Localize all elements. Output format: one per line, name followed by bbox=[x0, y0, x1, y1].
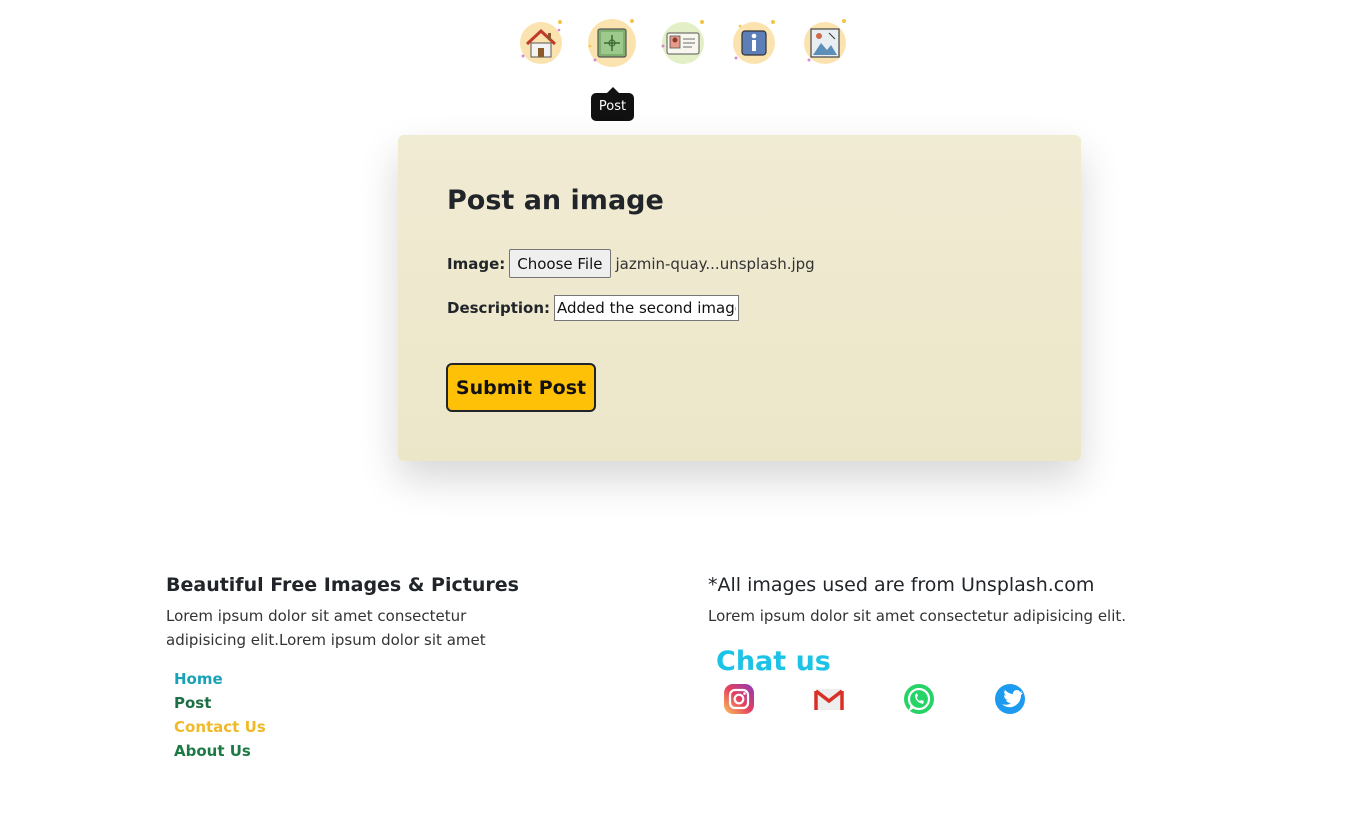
choose-file-button[interactable]: Choose File bbox=[509, 249, 611, 278]
image-label: Image: bbox=[447, 254, 506, 273]
whatsapp-icon[interactable] bbox=[902, 682, 936, 716]
footer-link-home[interactable]: Home bbox=[174, 667, 526, 691]
selected-file-name: jazmin-quay...unsplash.jpg bbox=[615, 254, 815, 273]
twitter-icon[interactable] bbox=[993, 682, 1027, 716]
footer-link-about[interactable]: About Us bbox=[174, 739, 526, 763]
footer-links: Home Post Contact Us About Us bbox=[166, 667, 526, 763]
footer-right-text: Lorem ipsum dolor sit amet consectetur a… bbox=[708, 607, 1127, 625]
submit-post-button[interactable]: Submit Post bbox=[446, 363, 596, 412]
gmail-icon[interactable] bbox=[812, 682, 846, 716]
footer-link-contact[interactable]: Contact Us bbox=[174, 715, 526, 739]
chat-us-heading: Chat us bbox=[716, 646, 831, 677]
nav-gallery-icon[interactable] bbox=[799, 16, 851, 68]
footer-link-post[interactable]: Post bbox=[174, 691, 526, 715]
description-label: Description: bbox=[447, 299, 551, 317]
nav-about-icon[interactable] bbox=[728, 16, 780, 68]
nav-post-icon[interactable] bbox=[586, 16, 638, 68]
footer-left-text: Lorem ipsum dolor sit amet consectetur a… bbox=[166, 607, 486, 649]
form-title: Post an image bbox=[447, 185, 664, 216]
description-input[interactable] bbox=[554, 295, 740, 321]
nav-home-icon[interactable] bbox=[515, 16, 567, 68]
footer-right: *All images used are from Unsplash.com L… bbox=[708, 574, 1228, 714]
footer-right-title: *All images used are from Unsplash.com bbox=[708, 574, 1095, 596]
top-nav bbox=[0, 16, 1366, 72]
post-form-card: Post an image Image: Choose File jazmin-… bbox=[398, 135, 1081, 461]
footer-left: Beautiful Free Images & Pictures Lorem i… bbox=[166, 574, 526, 763]
description-row: Description: bbox=[447, 295, 740, 321]
nav-tooltip: Post bbox=[591, 87, 634, 121]
footer-left-title: Beautiful Free Images & Pictures bbox=[166, 574, 519, 596]
nav-contact-icon[interactable] bbox=[657, 16, 709, 68]
image-row: Image: Choose File jazmin-quay...unsplas… bbox=[447, 249, 815, 278]
instagram-icon[interactable] bbox=[722, 682, 756, 716]
